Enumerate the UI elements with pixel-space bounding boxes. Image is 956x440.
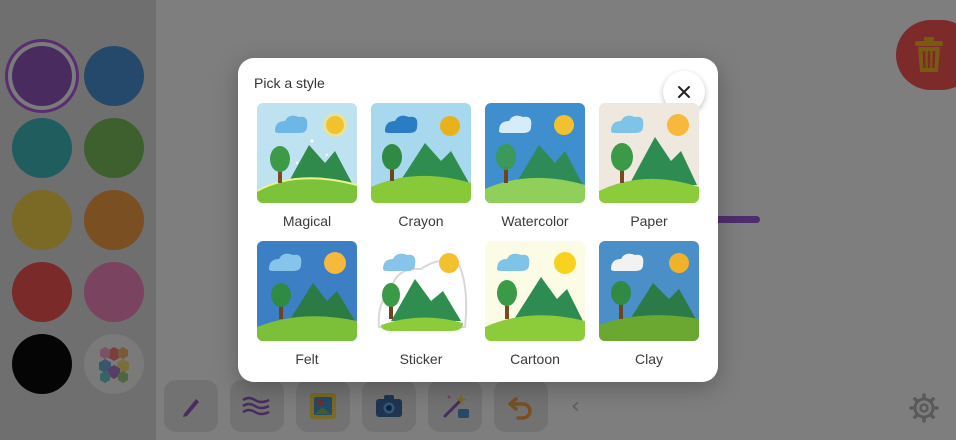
style-option-watercolor[interactable]: Watercolor [485, 103, 585, 229]
style-option-magical[interactable]: Magical [257, 103, 357, 229]
sticker-style-thumbnail [371, 241, 471, 341]
drawn-stroke [712, 216, 760, 223]
color-swatch-black[interactable] [12, 334, 72, 394]
color-swatch-blue[interactable] [84, 46, 144, 106]
style-option-clay[interactable]: Clay [599, 241, 699, 367]
ai-magic-tool-button[interactable] [428, 380, 482, 432]
style-option-sticker[interactable]: Sticker [371, 241, 471, 367]
camera-icon [376, 395, 402, 417]
brush-waves-icon [242, 396, 270, 416]
clay-style-thumbnail [599, 241, 699, 341]
ai-magic-icon [443, 394, 469, 418]
felt-style-thumbnail [257, 241, 357, 341]
color-swatch-orange[interactable] [84, 190, 144, 250]
magical-style-thumbnail [257, 103, 357, 203]
style-label-watercolor: Watercolor [501, 213, 569, 229]
style-label-cartoon: Cartoon [510, 351, 560, 367]
style-label-felt: Felt [295, 351, 319, 367]
color-swatch-red[interactable] [12, 262, 72, 322]
style-label-crayon: Crayon [398, 213, 444, 229]
camera-tool-button[interactable] [362, 380, 416, 432]
style-label-paper: Paper [630, 213, 668, 229]
style-label-sticker: Sticker [399, 351, 443, 367]
style-option-crayon[interactable]: Crayon [371, 103, 471, 229]
color-swatch-green[interactable] [84, 118, 144, 178]
pen-icon [183, 399, 199, 417]
color-swatch-teal[interactable] [12, 118, 72, 178]
color-swatch-purple[interactable] [12, 46, 72, 106]
color-swatch-pink[interactable] [84, 262, 144, 322]
undo-icon [508, 397, 532, 420]
sticker-image-icon [310, 393, 336, 419]
style-option-felt[interactable]: Felt [257, 241, 357, 367]
style-option-cartoon[interactable]: Cartoon [485, 241, 585, 367]
settings-gear-icon[interactable] [908, 392, 940, 424]
close-icon [678, 86, 690, 98]
dialog-title: Pick a style [254, 75, 325, 91]
style-label-magical: Magical [282, 213, 332, 229]
style-option-paper[interactable]: Paper [599, 103, 699, 229]
style-picker-dialog: Pick a style Magical Crayon Watercolor P… [238, 58, 718, 382]
custom-color-button[interactable] [84, 334, 144, 394]
crayon-style-thumbnail [371, 103, 471, 203]
brush-tool-button[interactable] [230, 380, 284, 432]
hexagon-palette-icon [99, 347, 129, 383]
color-swatch-yellow[interactable] [12, 190, 72, 250]
chevron-left-icon[interactable]: ‹ [571, 394, 580, 419]
trash-icon [915, 37, 943, 72]
sticker-tool-button[interactable] [296, 380, 350, 432]
watercolor-style-thumbnail [485, 103, 585, 203]
style-label-clay: Clay [634, 351, 663, 367]
paper-style-thumbnail [599, 103, 699, 203]
pen-tool-button[interactable] [164, 380, 218, 432]
cartoon-style-thumbnail [485, 241, 585, 341]
undo-button[interactable] [494, 380, 548, 432]
